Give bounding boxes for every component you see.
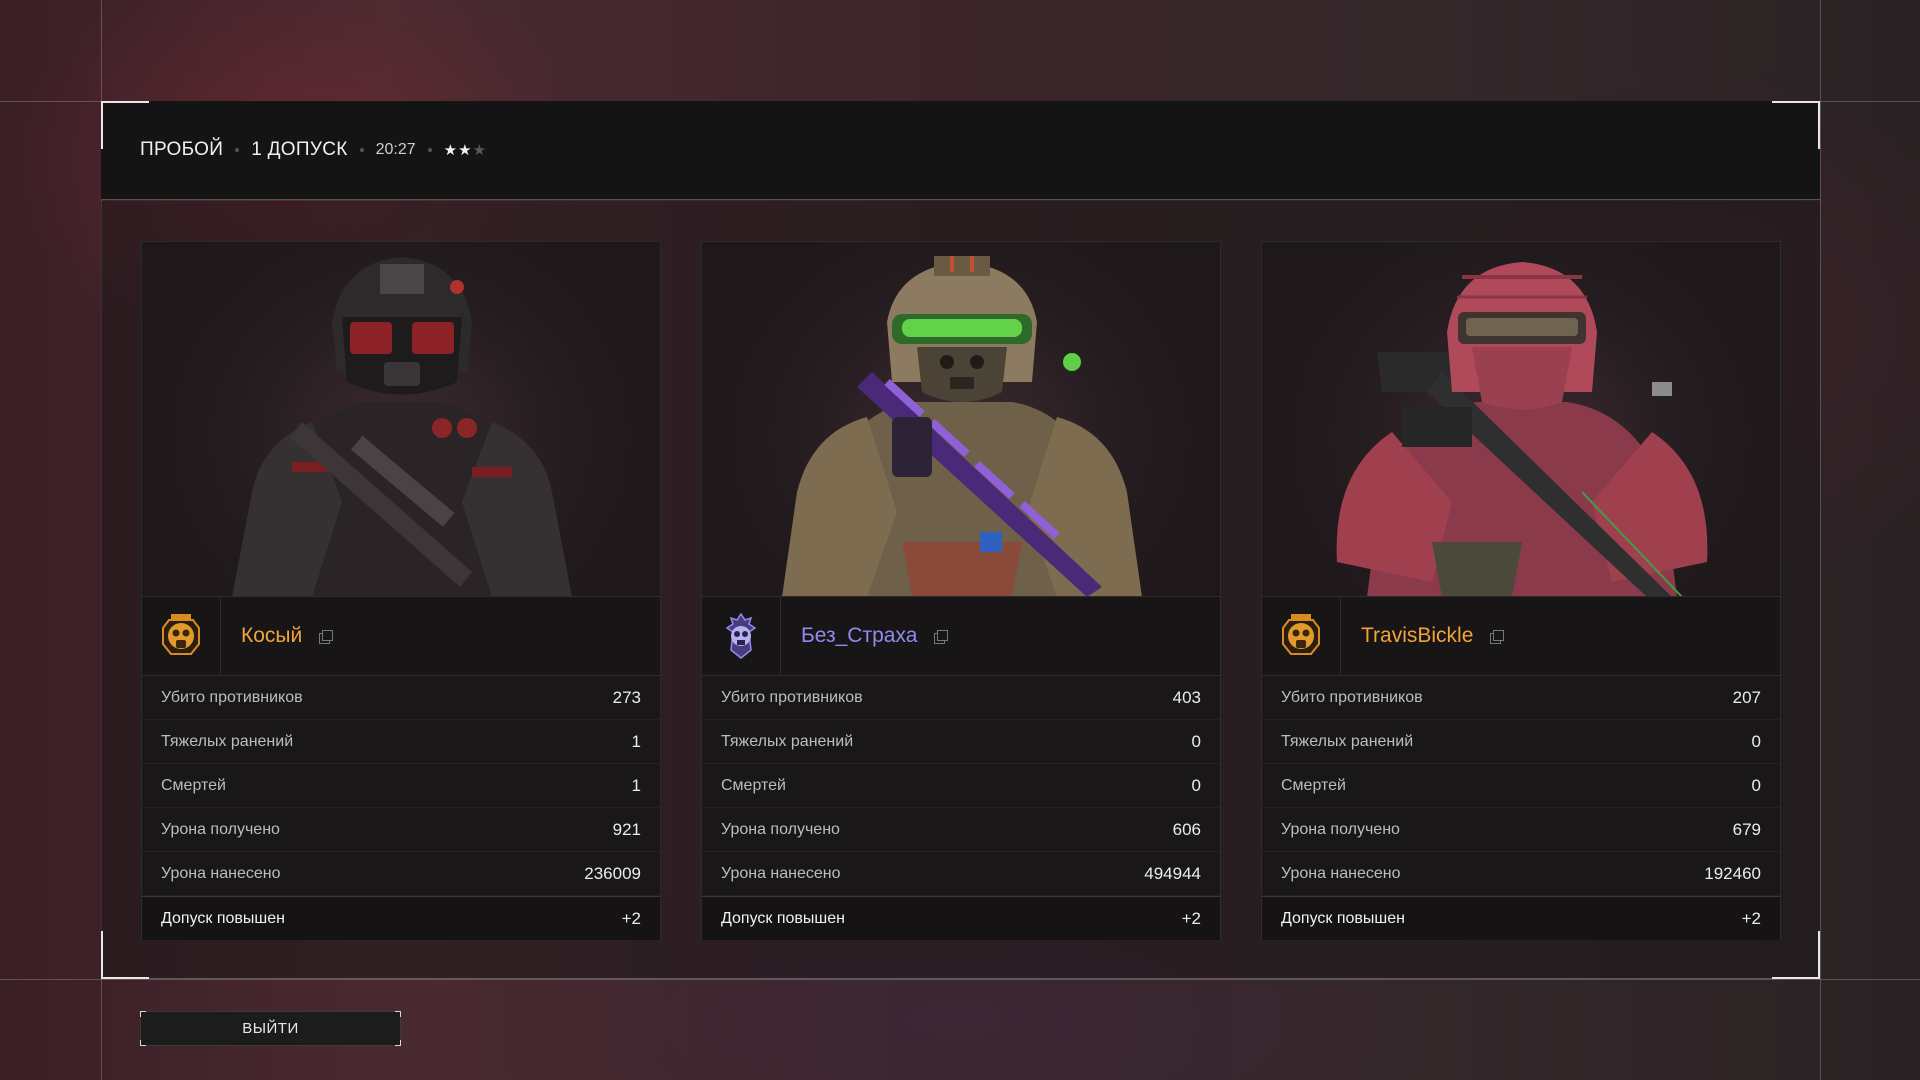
- stat-label: Урона нанесено: [161, 864, 281, 882]
- player-card: Косый Убито противников 273 Тяжелых ранен…: [141, 241, 661, 940]
- stat-label: Убито противников: [721, 688, 863, 706]
- gas-mask-skull-emblem-icon: [142, 597, 221, 675]
- stat-label: Урона получено: [721, 820, 840, 838]
- separator-dot: [235, 148, 240, 152]
- stat-value: 236009: [584, 863, 641, 883]
- stat-value: 921: [612, 819, 641, 839]
- guide-line-right: [1820, 0, 1821, 1080]
- player-portrait: [142, 242, 660, 597]
- player-nameplate: Без_Страха: [702, 597, 1220, 676]
- copy-icon[interactable]: [316, 627, 334, 645]
- stat-value: +2: [1741, 908, 1761, 928]
- star-empty-icon: ★: [472, 142, 488, 159]
- mission-header: ПРОБОЙ 1 ДОПУСК 20:27 ★★★: [101, 101, 1820, 200]
- stat-label: Урона нанесено: [721, 864, 841, 882]
- stat-row: Смертей 0: [1262, 764, 1780, 808]
- button-corner-tick: [140, 1040, 146, 1046]
- stat-value: 0: [1751, 775, 1761, 795]
- stat-value: 403: [1172, 687, 1201, 707]
- player-card: Без_Страха Убито противников 403 Тяжелых …: [701, 241, 1221, 940]
- stat-row: Урона нанесено 192460: [1262, 852, 1780, 896]
- copy-icon[interactable]: [931, 627, 949, 645]
- button-corner-tick: [140, 1011, 146, 1017]
- exit-button-label: ВЫЙТИ: [242, 1020, 299, 1037]
- stat-value: 207: [1732, 687, 1761, 707]
- stat-label: Урона нанесено: [1281, 864, 1401, 882]
- stat-row: Смертей 1: [142, 764, 660, 808]
- stat-label: Тяжелых ранений: [721, 732, 854, 750]
- separator-dot: [359, 148, 364, 152]
- stat-row: Смертей 0: [702, 764, 1220, 808]
- clearance-raised-row: Допуск повышен +2: [142, 896, 660, 940]
- stat-value: 679: [1732, 819, 1761, 839]
- mission-mode: ПРОБОЙ: [140, 139, 224, 160]
- stat-label: Тяжелых ранений: [161, 732, 294, 750]
- stat-label: Урона получено: [1281, 820, 1400, 838]
- corner-bracket-top-right: [1772, 101, 1820, 149]
- stat-value: 273: [612, 687, 641, 707]
- skull-emblem-icon: [702, 597, 781, 675]
- stat-label: Допуск повышен: [161, 909, 285, 927]
- mission-rating-stars: ★★★: [444, 141, 487, 159]
- clearance-raised-row: Допуск повышен +2: [1262, 896, 1780, 940]
- stat-value: 494944: [1144, 863, 1201, 883]
- player-name: Без_Страха: [801, 624, 918, 647]
- stat-label: Смертей: [161, 776, 226, 794]
- stat-label: Допуск повышен: [1281, 909, 1405, 927]
- corner-bracket-top-left: [101, 101, 149, 149]
- stat-row: Тяжелых ранений 0: [1262, 720, 1780, 764]
- stat-label: Убито противников: [161, 688, 303, 706]
- stat-value: 1: [631, 775, 641, 795]
- stat-value: 0: [1191, 731, 1201, 751]
- player-nameplate: Косый: [142, 597, 660, 676]
- stat-label: Убито противников: [1281, 688, 1423, 706]
- mission-time: 20:27: [375, 141, 416, 158]
- stat-row: Тяжелых ранений 1: [142, 720, 660, 764]
- star-filled-icon: ★★: [443, 142, 473, 159]
- stat-value: 606: [1172, 819, 1201, 839]
- button-corner-tick: [395, 1040, 401, 1046]
- button-corner-tick: [395, 1011, 401, 1017]
- stat-value: 192460: [1704, 863, 1761, 883]
- separator-dot: [427, 148, 432, 152]
- player-name: TravisBickle: [1361, 624, 1474, 647]
- copy-icon[interactable]: [1487, 627, 1505, 645]
- player-name: Косый: [241, 624, 303, 647]
- stat-row: Убито противников 207: [1262, 676, 1780, 720]
- stat-label: Тяжелых ранений: [1281, 732, 1414, 750]
- stat-value: 0: [1751, 731, 1761, 751]
- player-card: TravisBickle Убито противников 207 Тяжелы…: [1261, 241, 1781, 940]
- guide-line-bottom: [0, 979, 1920, 980]
- clearance-raised-row: Допуск повышен +2: [702, 896, 1220, 940]
- stat-label: Допуск повышен: [721, 909, 845, 927]
- stat-row: Урона получено 679: [1262, 808, 1780, 852]
- stat-row: Урона нанесено 236009: [142, 852, 660, 896]
- stat-value: +2: [1181, 908, 1201, 928]
- stat-value: 1: [631, 731, 641, 751]
- stat-row: Тяжелых ранений 0: [702, 720, 1220, 764]
- stat-label: Смертей: [1281, 776, 1346, 794]
- stat-row: Урона получено 606: [702, 808, 1220, 852]
- stat-row: Урона нанесено 494944: [702, 852, 1220, 896]
- stat-value: 0: [1191, 775, 1201, 795]
- stat-value: +2: [621, 908, 641, 928]
- gas-mask-skull-emblem-icon: [1262, 597, 1341, 675]
- stat-row: Урона получено 921: [142, 808, 660, 852]
- exit-button[interactable]: ВЫЙТИ: [140, 1011, 401, 1046]
- stat-label: Урона получено: [161, 820, 280, 838]
- mission-clearance: 1 ДОПУСК: [251, 139, 348, 160]
- stat-row: Убито противников 273: [142, 676, 660, 720]
- player-portrait: [702, 242, 1220, 597]
- stat-row: Убито противников 403: [702, 676, 1220, 720]
- stat-label: Смертей: [721, 776, 786, 794]
- player-portrait: [1262, 242, 1780, 597]
- player-nameplate: TravisBickle: [1262, 597, 1780, 676]
